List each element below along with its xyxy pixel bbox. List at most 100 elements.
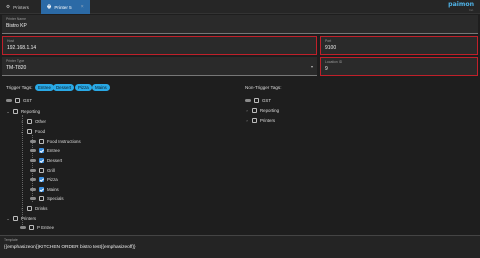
logo-name: paimon xyxy=(448,1,474,8)
chip-mains[interactable]: Mains xyxy=(92,84,110,91)
chevron-right-icon[interactable]: › xyxy=(20,206,24,211)
gear-icon: ⚙ xyxy=(6,4,11,9)
non-trigger-item-reporting[interactable]: › Reporting xyxy=(245,106,279,115)
printer-type-label: Printer Type xyxy=(6,59,25,63)
printer-type-value: TM-T820 xyxy=(6,65,27,71)
tree-item-p-entree[interactable]: P Entree xyxy=(20,223,54,232)
chevron-down-icon[interactable]: ⌄ xyxy=(6,109,10,114)
tree-label: P Entree xyxy=(37,225,55,230)
eye-icon xyxy=(30,169,36,172)
non-trigger-tags-title: Non-Trigger Tags: xyxy=(245,85,282,90)
eye-icon xyxy=(30,188,36,191)
tab-printers[interactable]: ⚙ Printers xyxy=(0,0,35,14)
template-field[interactable]: Template {{emphasizeon}}KITCHEN ORDER bi… xyxy=(0,235,480,258)
port-field[interactable]: Port 9100 xyxy=(320,36,478,55)
eye-icon xyxy=(30,140,36,143)
chevron-right-icon[interactable]: › xyxy=(245,118,249,123)
eye-icon xyxy=(6,99,12,102)
eye-icon xyxy=(245,99,251,102)
checkbox[interactable] xyxy=(29,225,34,230)
host-field[interactable]: Host 192.168.1.14 xyxy=(2,36,317,55)
tree-label: Pizza xyxy=(47,177,58,182)
checkbox[interactable] xyxy=(27,119,32,124)
checkbox[interactable] xyxy=(27,206,32,211)
tree-item-other[interactable]: › Other xyxy=(20,117,46,126)
tree-item-pizza[interactable]: Pizza xyxy=(30,175,58,184)
tree-label: Entree xyxy=(47,148,60,153)
checkbox-checked[interactable] xyxy=(39,187,44,192)
checkbox[interactable] xyxy=(39,196,44,201)
tree-item-specials[interactable]: Specials xyxy=(30,194,64,203)
chip-dessert[interactable]: Dessert xyxy=(53,84,75,91)
logo: paimon Inc. xyxy=(448,1,474,12)
tree-item-food-instructions[interactable]: Food Instructions xyxy=(30,137,81,146)
chevron-down-icon[interactable]: ⌄ xyxy=(6,216,10,221)
tree-item-drinks[interactable]: › Drinks xyxy=(20,204,47,213)
host-value: 192.168.1.14 xyxy=(7,45,37,51)
checkbox-checked[interactable] xyxy=(39,158,44,163)
eye-icon xyxy=(30,197,36,200)
chevron-right-icon[interactable]: › xyxy=(245,108,249,113)
tree-item-dessert[interactable]: Dessert xyxy=(30,156,62,165)
eye-icon xyxy=(20,226,26,229)
checkbox-checked[interactable] xyxy=(39,148,44,153)
eye-icon xyxy=(30,178,36,181)
checkbox[interactable] xyxy=(252,118,257,123)
printer-name-field[interactable]: Printer Name Bistro KP xyxy=(2,15,478,34)
tree-item-grill[interactable]: Grill xyxy=(30,166,55,175)
tab-printer-5[interactable]: 🖶 Printer 5 × xyxy=(41,0,90,14)
tree-label: Other xyxy=(35,119,46,124)
location-id-label: Location ID xyxy=(325,60,343,64)
tree-label: Drinks xyxy=(35,206,48,211)
tree-label: Food xyxy=(35,129,46,134)
host-label: Host xyxy=(7,39,14,43)
non-trigger-item-printers[interactable]: › Printers xyxy=(245,116,275,125)
chip-pizza[interactable]: Pizza xyxy=(75,84,92,91)
tree-label: GST xyxy=(23,98,33,103)
printer-icon: 🖶 xyxy=(47,4,52,9)
tree-item-reporting[interactable]: ⌄ Reporting xyxy=(6,107,40,116)
tree-label: GST xyxy=(262,98,272,103)
checkbox[interactable] xyxy=(39,139,44,144)
tab-printer-5-label: Printer 5 xyxy=(54,4,72,10)
tree-label: Dessert xyxy=(47,158,63,163)
logo-sub: Inc. xyxy=(469,8,474,12)
checkbox[interactable] xyxy=(39,168,44,173)
tree-item-printers[interactable]: ⌄ Printers xyxy=(6,214,36,223)
non-trigger-item-gst[interactable]: GST xyxy=(245,96,271,105)
printer-name-label: Printer Name xyxy=(6,17,26,21)
chevron-down-icon: ▾ xyxy=(310,64,313,69)
tree-label: Reporting xyxy=(21,109,41,114)
port-label: Port xyxy=(325,39,332,43)
tree-item-mains[interactable]: Mains xyxy=(30,185,59,194)
tree-item-food[interactable]: ⌄ Food xyxy=(20,127,45,136)
checkbox-checked[interactable] xyxy=(39,177,44,182)
eye-icon xyxy=(30,159,36,162)
tab-printers-label: Printers xyxy=(13,4,29,10)
tree-label: Reporting xyxy=(260,108,280,113)
tree-label: Grill xyxy=(47,168,55,173)
checkbox[interactable] xyxy=(13,109,18,114)
location-id-field[interactable]: Location ID 9 xyxy=(320,57,478,76)
port-value: 9100 xyxy=(325,45,337,51)
template-value: {{emphasizeon}}KITCHEN ORDER bistro test… xyxy=(4,245,136,250)
tree-label: Food Instructions xyxy=(47,139,81,144)
printer-name-value: Bistro KP xyxy=(6,23,27,29)
template-label: Template xyxy=(4,238,18,242)
tab-bar: ⚙ Printers 🖶 Printer 5 × paimon Inc. xyxy=(0,0,480,14)
chip-entree[interactable]: Entree xyxy=(35,84,54,91)
chevron-down-icon[interactable]: ⌄ xyxy=(20,129,24,134)
printer-type-select[interactable]: Printer Type TM-T820 ▾ xyxy=(2,57,317,76)
checkbox[interactable] xyxy=(15,98,20,103)
location-id-value: 9 xyxy=(325,66,328,72)
checkbox[interactable] xyxy=(27,129,32,134)
tree-label: Printers xyxy=(21,216,37,221)
checkbox[interactable] xyxy=(13,216,18,221)
checkbox[interactable] xyxy=(252,108,257,113)
checkbox[interactable] xyxy=(254,98,259,103)
close-icon[interactable]: × xyxy=(81,4,84,10)
trigger-tags-title: Trigger Tags: xyxy=(6,85,33,90)
tree-item-entree[interactable]: Entree xyxy=(30,146,60,155)
chevron-right-icon[interactable]: › xyxy=(20,119,24,124)
tree-item-gst[interactable]: GST xyxy=(6,96,32,105)
